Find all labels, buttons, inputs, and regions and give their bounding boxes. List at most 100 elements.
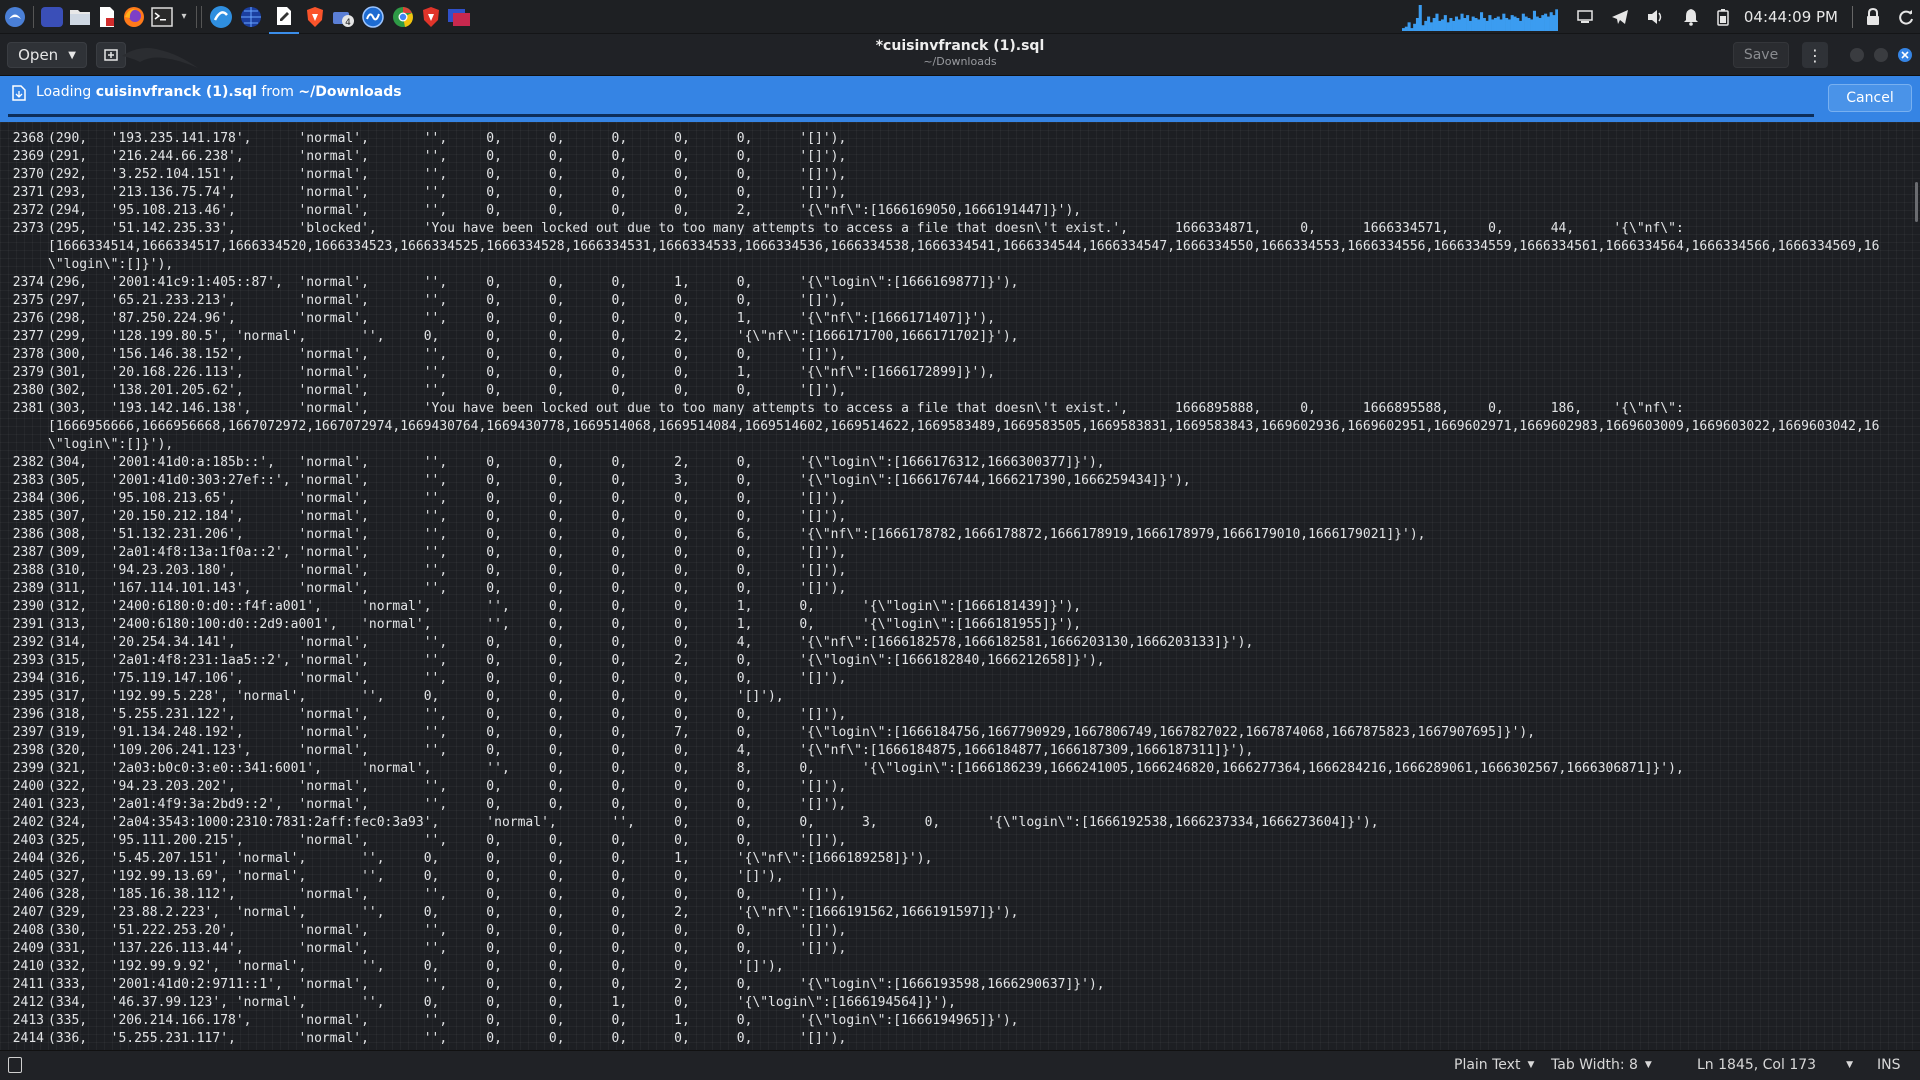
code-line[interactable]: 2400 (322, '94.23.203.202', 'normal', '',… bbox=[0, 778, 1912, 796]
code-line[interactable]: 2408 (330, '51.222.253.20', 'normal', '',… bbox=[0, 922, 1912, 940]
code-line[interactable]: 2412 (334, '46.37.99.123', 'normal', '', … bbox=[0, 994, 1912, 1012]
text-editor-icon[interactable] bbox=[97, 0, 117, 34]
language-selector[interactable]: Plain Text ▼ bbox=[1454, 1057, 1534, 1073]
code-line[interactable]: \"login\":[]}'), bbox=[0, 256, 1912, 274]
code-line[interactable]: 2384 (306, '95.108.213.65', 'normal', '',… bbox=[0, 490, 1912, 508]
line-text: (336, '5.255.231.117', 'normal', '', 0, … bbox=[48, 1031, 847, 1046]
lock-icon[interactable] bbox=[1866, 8, 1880, 26]
graph-bar bbox=[1443, 15, 1447, 31]
graph-bar bbox=[1535, 16, 1539, 31]
line-number: 2409 bbox=[12, 941, 44, 956]
code-line[interactable]: 2369 (291, '216.244.66.238', 'normal', ''… bbox=[0, 148, 1912, 166]
line-text: (313, '2400:6180:100:d0::2d9:a001', 'nor… bbox=[48, 617, 1082, 632]
code-line[interactable]: 2411 (333, '2001:41d0:2:9711::1', 'normal… bbox=[0, 976, 1912, 994]
line-number bbox=[0, 436, 48, 454]
battery-icon[interactable] bbox=[1717, 8, 1729, 26]
code-line[interactable]: 2381 (303, '193.142.146.138', 'normal', '… bbox=[0, 400, 1912, 418]
scroll-indicator[interactable] bbox=[1915, 182, 1918, 222]
globe-icon[interactable] bbox=[239, 0, 263, 34]
code-line[interactable]: 2405 (327, '192.99.13.69', 'normal', '', … bbox=[0, 868, 1912, 886]
kali-menu-icon[interactable] bbox=[4, 0, 26, 34]
code-line[interactable]: 2382 (304, '2001:41d0:a:185b::', 'normal'… bbox=[0, 454, 1912, 472]
close-button[interactable] bbox=[1898, 48, 1912, 62]
brave-icon[interactable] bbox=[305, 0, 325, 34]
code-line[interactable]: 2389 (311, '167.114.101.143', 'normal', '… bbox=[0, 580, 1912, 598]
code-line[interactable]: 2409 (331, '137.226.113.44', 'normal', ''… bbox=[0, 940, 1912, 958]
code-line[interactable]: 2392 (314, '20.254.34.141', 'normal', '',… bbox=[0, 634, 1912, 652]
insert-mode-indicator[interactable]: INS bbox=[1877, 1057, 1901, 1073]
code-line[interactable]: [1666956666,1666956668,1667072972,166707… bbox=[0, 418, 1912, 436]
code-line[interactable]: 2376 (298, '87.250.224.96', 'normal', '',… bbox=[0, 310, 1912, 328]
code-line[interactable]: 2396 (318, '5.255.231.122', 'normal', '',… bbox=[0, 706, 1912, 724]
code-line[interactable]: 2386 (308, '51.132.231.206', 'normal', ''… bbox=[0, 526, 1912, 544]
cancel-button[interactable]: Cancel bbox=[1828, 84, 1912, 112]
terminal-dropdown-icon[interactable]: ▾ bbox=[179, 0, 189, 34]
code-line[interactable]: 2370 (292, '3.252.104.151', 'normal', '',… bbox=[0, 166, 1912, 184]
code-line[interactable]: 2390 (312, '2400:6180:0:d0::f4f:a001', 'n… bbox=[0, 598, 1912, 616]
code-line[interactable]: 2391 (313, '2400:6180:100:d0::2d9:a001', … bbox=[0, 616, 1912, 634]
vm-app-icon[interactable] bbox=[447, 0, 471, 34]
code-line[interactable]: 2401 (323, '2a01:4f9:3a:2bd9::2', 'normal… bbox=[0, 796, 1912, 814]
maximize-button[interactable] bbox=[1874, 48, 1888, 62]
panel-clock[interactable]: 04:44:09 PM bbox=[1744, 8, 1838, 26]
system-load-graph[interactable] bbox=[1401, 3, 1558, 31]
code-line[interactable]: 2407 (329, '23.88.2.223', 'normal', '', 0… bbox=[0, 904, 1912, 922]
code-line[interactable]: [1666334514,1666334517,1666334520,166633… bbox=[0, 238, 1912, 256]
code-line[interactable]: 2398 (320, '109.206.241.123', 'normal', '… bbox=[0, 742, 1912, 760]
code-line[interactable]: 2383 (305, '2001:41d0:303:27ef::', 'norma… bbox=[0, 472, 1912, 490]
code-line[interactable]: 2397 (319, '91.134.248.192', 'normal', ''… bbox=[0, 724, 1912, 742]
code-line[interactable]: 2403 (325, '95.111.200.215', 'normal', ''… bbox=[0, 832, 1912, 850]
graph-bar bbox=[1429, 22, 1433, 31]
code-line[interactable]: 2368 (290, '193.235.141.178', 'normal', '… bbox=[0, 130, 1912, 148]
code-line[interactable]: 2388 (310, '94.23.203.180', 'normal', '',… bbox=[0, 562, 1912, 580]
text-editor-area[interactable]: 2368 (290, '193.235.141.178', 'normal', '… bbox=[0, 122, 1920, 1050]
tab-width-selector[interactable]: Tab Width: 8 ▼ bbox=[1551, 1057, 1652, 1073]
wireshark-icon[interactable] bbox=[361, 0, 385, 34]
code-line[interactable]: 2394 (316, '75.119.147.106', 'normal', ''… bbox=[0, 670, 1912, 688]
code-line[interactable]: \"login\":[]}'), bbox=[0, 436, 1912, 454]
firefox-icon[interactable] bbox=[123, 0, 145, 34]
chrome-icon[interactable] bbox=[391, 0, 415, 34]
code-line[interactable]: 2414 (336, '5.255.231.117', 'normal', '',… bbox=[0, 1030, 1912, 1048]
code-line[interactable]: 2413 (335, '206.214.166.178', 'normal', '… bbox=[0, 1012, 1912, 1030]
notification-bell-icon[interactable] bbox=[1683, 8, 1699, 26]
code-line[interactable]: 2372 (294, '95.108.213.46', 'normal', '',… bbox=[0, 202, 1912, 220]
code-line[interactable]: 2399 (321, '2a03:b0c0:3:e0::341:6001', 'n… bbox=[0, 760, 1912, 778]
code-line[interactable]: 2380 (302, '138.201.205.62', 'normal', ''… bbox=[0, 382, 1912, 400]
line-number: 2399 bbox=[12, 761, 44, 776]
code-line[interactable]: 2377 (299, '128.199.80.5', 'normal', '', … bbox=[0, 328, 1912, 346]
brave-alt-icon[interactable] bbox=[421, 0, 441, 34]
display-icon[interactable] bbox=[1577, 10, 1593, 24]
refresh-icon[interactable] bbox=[1898, 9, 1914, 25]
volume-icon[interactable] bbox=[1647, 9, 1665, 25]
cursor-position-selector[interactable]: Ln 1845, Col 173 ▼ bbox=[1697, 1057, 1853, 1073]
graph-bar bbox=[1424, 20, 1428, 31]
code-line[interactable]: 2387 (309, '2a01:4f8:13a:1f0a::2', 'norma… bbox=[0, 544, 1912, 562]
code-line[interactable]: 2404 (326, '5.45.207.151', 'normal', '', … bbox=[0, 850, 1912, 868]
save-button[interactable]: Save bbox=[1733, 42, 1789, 68]
document-status-icon[interactable] bbox=[8, 1057, 22, 1073]
telegram-icon[interactable] bbox=[1611, 9, 1629, 25]
graph-bar bbox=[1510, 15, 1514, 31]
cloud-app-icon[interactable]: 4 bbox=[331, 0, 355, 34]
code-line[interactable]: 2374 (296, '2001:41c9:1:405::87', 'normal… bbox=[0, 274, 1912, 292]
code-line[interactable]: 2371 (293, '213.136.75.74', 'normal', '',… bbox=[0, 184, 1912, 202]
line-number: 2389 bbox=[12, 581, 44, 596]
code-line[interactable]: 2406 (328, '185.16.38.112', 'normal', '',… bbox=[0, 886, 1912, 904]
app-circle-icon[interactable] bbox=[209, 0, 233, 34]
code-line[interactable]: 2378 (300, '156.146.38.152', 'normal', ''… bbox=[0, 346, 1912, 364]
code-line[interactable]: 2395 (317, '192.99.5.228', 'normal', '', … bbox=[0, 688, 1912, 706]
minimize-button[interactable] bbox=[1850, 48, 1864, 62]
file-manager-icon[interactable] bbox=[69, 0, 91, 34]
code-line[interactable]: 2402 (324, '2a04:3543:1000:2310:7831:2aff… bbox=[0, 814, 1912, 832]
terminal-icon[interactable] bbox=[151, 0, 173, 34]
code-line[interactable]: 2375 (297, '65.21.233.213', 'normal', '',… bbox=[0, 292, 1912, 310]
document-editor-icon[interactable] bbox=[269, 0, 299, 34]
main-menu-button[interactable]: ⋮ bbox=[1802, 42, 1828, 68]
workspace-icon[interactable] bbox=[41, 0, 63, 34]
code-line[interactable]: 2379 (301, '20.168.226.113', 'normal', ''… bbox=[0, 364, 1912, 382]
code-line[interactable]: 2385 (307, '20.150.212.184', 'normal', ''… bbox=[0, 508, 1912, 526]
code-line[interactable]: 2373 (295, '51.142.235.33', 'blocked', 'Y… bbox=[0, 220, 1912, 238]
code-line[interactable]: 2410 (332, '192.99.9.92', 'normal', '', 0… bbox=[0, 958, 1912, 976]
code-line[interactable]: 2393 (315, '2a01:4f8:231:1aa5::2', 'norma… bbox=[0, 652, 1912, 670]
